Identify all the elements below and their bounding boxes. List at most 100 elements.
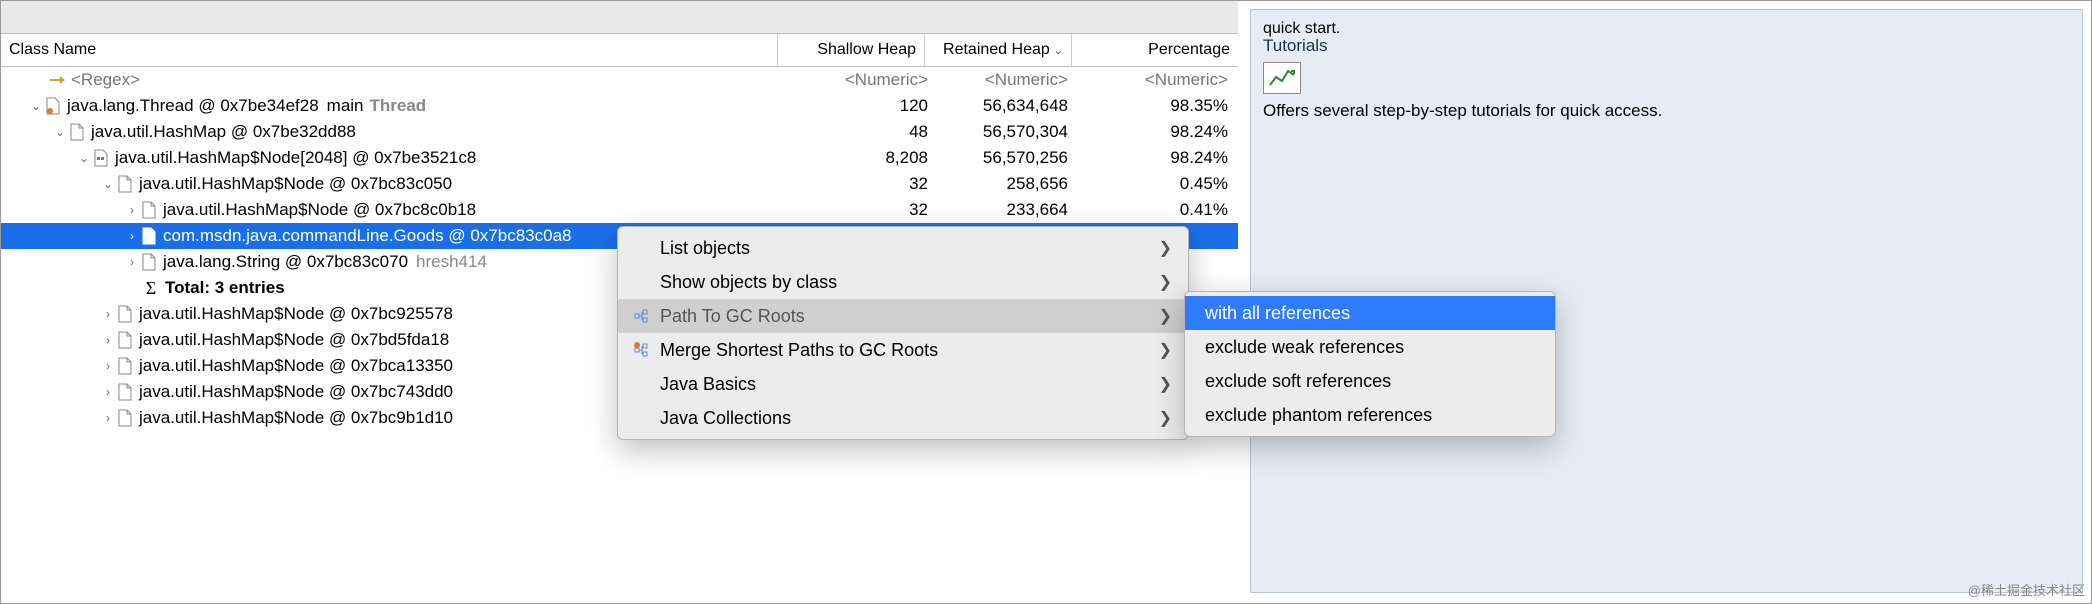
menu-item[interactable]: Merge Shortest Paths to GC Roots❯ bbox=[618, 333, 1188, 367]
object-name: java.util.HashMap$Node @ 0x7bca13350 bbox=[139, 356, 453, 376]
object-name: java.util.HashMap @ 0x7be32dd88 bbox=[91, 122, 356, 142]
regex-placeholder[interactable]: <Regex> bbox=[71, 70, 140, 90]
tutorials-icon bbox=[1263, 62, 1301, 94]
menu-item-icon bbox=[630, 308, 654, 324]
tree-row[interactable]: ⌄ java.util.HashMap$Node[2048] @ 0x7be352… bbox=[1, 145, 1238, 171]
sigma-icon: Σ bbox=[141, 278, 161, 299]
expand-toggle[interactable]: › bbox=[101, 359, 115, 373]
col-retained-heap[interactable]: Retained Heap⌄ bbox=[925, 34, 1072, 66]
menu-item-label: Merge Shortest Paths to GC Roots bbox=[660, 340, 1129, 361]
object-name: java.util.HashMap$Node @ 0x7bd5fda18 bbox=[139, 330, 449, 350]
expand-toggle[interactable]: › bbox=[101, 333, 115, 347]
shallow-numeric-ph[interactable]: <Numeric> bbox=[798, 70, 938, 90]
object-name: com.msdn.java.commandLine.Goods @ 0x7bc8… bbox=[163, 226, 571, 246]
object-icon bbox=[117, 304, 133, 324]
expand-toggle[interactable]: ⌄ bbox=[53, 125, 67, 139]
app-window: Class Name Shallow Heap Retained Heap⌄ P… bbox=[0, 0, 2092, 604]
editor-tabstrip[interactable] bbox=[1, 1, 1238, 34]
submenu-item[interactable]: with all references bbox=[1185, 296, 1555, 330]
submenu-arrow-icon: ❯ bbox=[1159, 374, 1172, 394]
percentage-value: 98.35% bbox=[1078, 96, 1238, 116]
submenu-item[interactable]: exclude soft references bbox=[1185, 364, 1555, 398]
retained-heap-value: 56,570,256 bbox=[938, 148, 1078, 168]
expand-toggle[interactable]: ⌄ bbox=[29, 99, 43, 113]
tree-row[interactable]: ⌄ java.util.HashMap @ 0x7be32dd88 4856,570… bbox=[1, 119, 1238, 145]
sort-indicator-icon: ⌄ bbox=[1054, 44, 1063, 57]
retained-numeric-ph[interactable]: <Numeric> bbox=[938, 70, 1078, 90]
menu-item[interactable]: Java Collections❯ bbox=[618, 401, 1188, 435]
expand-toggle[interactable]: ⌄ bbox=[101, 177, 115, 191]
col-percentage[interactable]: Percentage bbox=[1072, 34, 1238, 66]
expand-toggle[interactable]: › bbox=[101, 411, 115, 425]
menu-item-icon bbox=[630, 342, 654, 358]
object-icon bbox=[141, 200, 157, 220]
tree-row[interactable]: ⌄java.lang.Thread @ 0x7be34ef28mainThrea… bbox=[1, 93, 1238, 119]
object-name: java.util.HashMap$Node[2048] @ 0x7be3521… bbox=[115, 148, 476, 168]
submenu-item-label: with all references bbox=[1205, 303, 1539, 324]
menu-item-label: Show objects by class bbox=[660, 272, 1129, 293]
object-icon bbox=[117, 382, 133, 402]
object-icon bbox=[45, 96, 61, 116]
shallow-heap-value: 8,208 bbox=[798, 148, 938, 168]
context-menu: List objects❯Show objects by class❯Path … bbox=[617, 226, 1189, 440]
retained-heap-value: 56,634,648 bbox=[938, 96, 1078, 116]
menu-item[interactable]: Path To GC Roots❯ bbox=[618, 299, 1188, 333]
object-icon bbox=[69, 122, 85, 142]
object-name: java.lang.Thread @ 0x7be34ef28 bbox=[67, 96, 319, 116]
shallow-heap-value: 32 bbox=[798, 200, 938, 220]
table-header: Class Name Shallow Heap Retained Heap⌄ P… bbox=[1, 34, 1238, 67]
object-name: java.util.HashMap$Node @ 0x7bc83c050 bbox=[139, 174, 452, 194]
submenu-arrow-icon: ❯ bbox=[1159, 272, 1172, 292]
shallow-heap-value: 32 bbox=[798, 174, 938, 194]
expand-toggle[interactable]: › bbox=[101, 307, 115, 321]
expand-toggle[interactable]: › bbox=[125, 203, 139, 217]
expand-toggle[interactable]: › bbox=[101, 385, 115, 399]
menu-item-label: Java Basics bbox=[660, 374, 1129, 395]
percentage-value: 98.24% bbox=[1078, 148, 1238, 168]
expand-toggle[interactable]: › bbox=[125, 229, 139, 243]
percentage-value: 0.45% bbox=[1078, 174, 1238, 194]
gc-roots-submenu: with all references exclude weak referenc… bbox=[1184, 291, 1556, 437]
object-icon bbox=[117, 356, 133, 376]
expand-toggle[interactable]: › bbox=[125, 255, 139, 269]
object-icon bbox=[117, 408, 133, 428]
regex-filter-icon bbox=[45, 70, 71, 90]
col-shallow-heap[interactable]: Shallow Heap bbox=[778, 34, 925, 66]
percentage-value: 0.41% bbox=[1078, 200, 1238, 220]
watermark: @稀土掘金技术社区 bbox=[1968, 580, 2085, 599]
menu-item-label: List objects bbox=[660, 238, 1129, 259]
object-name: Total: 3 entries bbox=[165, 278, 285, 298]
submenu-item[interactable]: exclude weak references bbox=[1185, 330, 1555, 364]
menu-item[interactable]: Java Basics ❯ bbox=[618, 367, 1188, 401]
tutorials-title: Tutorials bbox=[1263, 36, 2070, 56]
object-name: java.util.HashMap$Node @ 0x7bc9b1d10 bbox=[139, 408, 453, 428]
percentage-value: 98.24% bbox=[1078, 122, 1238, 142]
shallow-heap-value: 120 bbox=[798, 96, 938, 116]
menu-item[interactable]: Show objects by class ❯ bbox=[618, 265, 1188, 299]
object-icon bbox=[141, 252, 157, 272]
object-icon bbox=[141, 226, 157, 246]
col-class-name[interactable]: Class Name bbox=[1, 34, 778, 66]
object-name: java.util.HashMap$Node @ 0x7bc8c0b18 bbox=[163, 200, 476, 220]
tree-row[interactable]: ⌄ java.util.HashMap$Node @ 0x7bc83c050 322… bbox=[1, 171, 1238, 197]
percentage-numeric-ph[interactable]: <Numeric> bbox=[1078, 70, 1238, 90]
object-name: java.util.HashMap$Node @ 0x7bc925578 bbox=[139, 304, 453, 324]
shallow-heap-value: 48 bbox=[798, 122, 938, 142]
retained-heap-value: 258,656 bbox=[938, 174, 1078, 194]
expand-toggle[interactable]: ⌄ bbox=[77, 151, 91, 165]
submenu-item-label: exclude phantom references bbox=[1205, 405, 1539, 426]
tutorials-text: Offers several step-by-step tutorials fo… bbox=[1263, 100, 2070, 123]
retained-heap-value: 56,570,304 bbox=[938, 122, 1078, 142]
col-shallow-label: Shallow Heap bbox=[817, 41, 916, 59]
submenu-item-label: exclude soft references bbox=[1205, 371, 1539, 392]
retained-heap-value: 233,664 bbox=[938, 200, 1078, 220]
submenu-item[interactable]: exclude phantom references bbox=[1185, 398, 1555, 432]
submenu-arrow-icon: ❯ bbox=[1159, 306, 1172, 326]
col-class-name-label: Class Name bbox=[9, 41, 96, 59]
tree-row[interactable]: › java.util.HashMap$Node @ 0x7bc8c0b18 322… bbox=[1, 197, 1238, 223]
object-name: java.util.HashMap$Node @ 0x7bc743dd0 bbox=[139, 382, 453, 402]
col-percentage-label: Percentage bbox=[1148, 41, 1230, 59]
menu-item[interactable]: List objects❯ bbox=[618, 231, 1188, 265]
object-icon bbox=[93, 148, 109, 168]
filter-row: <Regex> <Numeric> <Numeric> <Numeric> bbox=[1, 67, 1238, 93]
